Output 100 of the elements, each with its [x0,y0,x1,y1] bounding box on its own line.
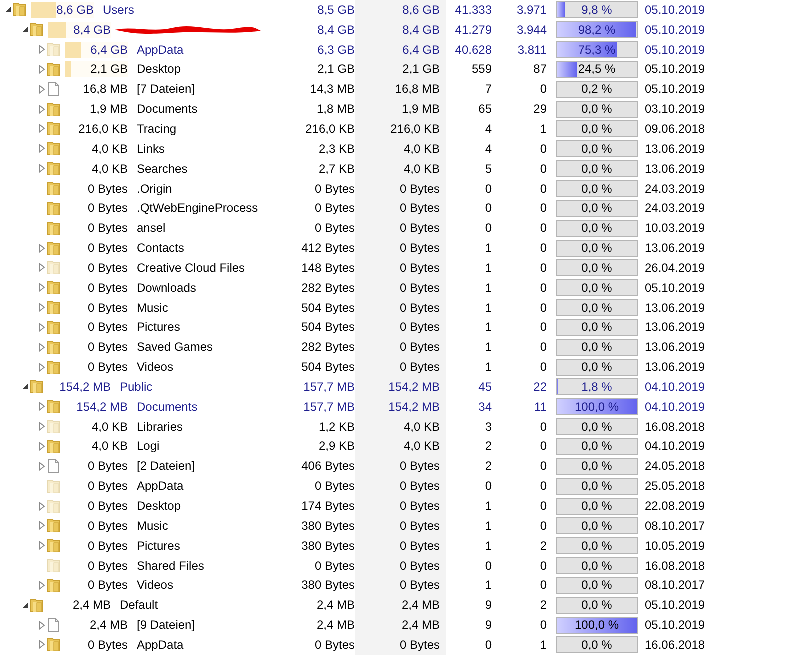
date-text: 10.05.2019 [645,540,706,552]
table-cell-text: 3.944 [516,24,547,36]
table-cell: 154,2 MB [355,396,446,417]
tree-row[interactable]: 0 Bytes Videos 380 Bytes 0 Bytes 1 0 0,0 % 08.10.2017 [0,575,794,596]
expand-icon[interactable] [39,462,46,471]
table-cell: 154,2 MB [355,377,446,397]
size-text: 0 Bytes [88,500,128,512]
tree-row[interactable]: 4,0 KB Searches 2,7 KB 4,0 KB 5 0 0,0 % 13.06.2019 [0,158,794,179]
tree-row[interactable]: 216,0 KB Tracing 216,0 KB 216,0 KB 4 1 0,0 % 09.06.2018 [0,119,794,139]
percent-text: 0,0 % [582,262,612,274]
percent-text: 0,0 % [582,242,612,254]
file-name: [2 Dateien] [137,460,196,472]
table-cell-text: 1 [484,579,492,592]
folder-icon [47,161,61,176]
tree-row[interactable]: 2,4 MB Default 2,4 MB 2,4 MB 9 2 0,0 % 05.10.2019 [0,595,794,616]
table-cell-text: 0 [539,321,547,334]
tree-row[interactable]: 0 Bytes Videos 504 Bytes 0 Bytes 1 0 0,0 % 13.06.2019 [0,357,794,378]
table-cell-text: 2 [484,460,492,472]
folder-icon [47,438,61,454]
tree-row[interactable]: 8,4 GB 8,4 GB 8,4 GB 41.279 3.944 98,2 % 05.10.2019 [0,20,794,40]
tree-row[interactable]: 0 Bytes Saved Games 282 Bytes 0 Bytes 1 0 0,0 % 13.06.2019 [0,337,794,358]
tree-row[interactable]: 0 Bytes Shared Files 0 Bytes 0 Bytes 0 0 0,0 % 16.08.2018 [0,556,794,576]
table-cell-text: 1,8 MB [316,103,355,116]
table-cell-text: 0 Bytes [314,222,355,234]
folder-name: Libraries [137,420,184,433]
expand-icon[interactable] [39,84,46,94]
size-text: 2,4 MB [72,599,111,612]
folder-name: Tracing [137,122,177,135]
folder-name: .QtWebEngineProcess [137,202,258,214]
tree-row[interactable]: 2,4 MB [9 Dateien] 2,4 MB 2,4 MB 9 0 100,0 % 05.10.2019 [0,615,794,635]
tree-row[interactable]: 0 Bytes Contacts 412 Bytes 0 Bytes 1 0 0,0 % 13.06.2019 [0,238,794,258]
tree-row[interactable]: 154,2 MB Documents 157,7 MB 154,2 MB 34 11 100,0 % 04.10.2019 [0,396,794,417]
tree-row[interactable]: 0 Bytes AppData 0 Bytes 0 Bytes 0 0 0,0 % 25.05.2018 [0,476,794,496]
table-cell: 0 Bytes [355,238,446,258]
date-text: 04.10.2019 [645,440,706,452]
size-text: 1,9 MB [90,103,128,116]
tree-row[interactable]: 0 Bytes ansel 0 Bytes 0 Bytes 0 0 0,0 % 10.03.2019 [0,218,794,238]
size-text: 0 Bytes [88,262,128,274]
table-cell: 6,4 GB [355,40,446,60]
table-cell-text: 2,4 MB [316,619,355,632]
date-text: 05.10.2019 [645,44,706,56]
tree-row[interactable]: 0 Bytes Downloads 282 Bytes 0 Bytes 1 0 0,0 % 05.10.2019 [0,278,794,298]
table-cell: 0 Bytes [355,575,446,596]
folder-name: Documents [137,400,198,413]
tree-row[interactable]: 8,6 GB Users 8,5 GB 8,6 GB 41.333 3.971 9,8 % 05.10.2019 [0,0,794,20]
tree-row[interactable]: 16,8 MB [7 Dateien] 14,3 MB 16,8 MB 7 0 0,2 % 05.10.2019 [0,79,794,100]
tree-row[interactable]: 0 Bytes .QtWebEngineProcess 0 Bytes 0 Bytes 0 0 0,0 % 24.03.2019 [0,198,794,218]
table-cell-text: 504 Bytes [300,321,355,334]
date-text: 05.10.2019 [645,63,706,76]
tree-row[interactable]: 0 Bytes AppData 0 Bytes 0 Bytes 0 1 0,0 % 16.06.2018 [0,635,794,655]
size-text: 6,4 GB [90,44,128,56]
tree-row[interactable]: 0 Bytes Music 504 Bytes 0 Bytes 1 0 0,0 % 13.06.2019 [0,298,794,318]
table-cell-text: 41.333 [454,4,492,16]
table-cell-text: 29 [532,103,547,116]
folder-icon [47,360,61,375]
date-text: 16.08.2018 [645,560,706,572]
tree-row[interactable]: 0 Bytes .Origin 0 Bytes 0 Bytes 0 0 0,0 % 24.03.2019 [0,178,794,198]
folder-icon [47,300,61,316]
folder-icon [47,518,61,534]
table-cell-text: 2,1 GB [316,63,355,76]
tree-row[interactable]: 4,0 KB Logi 2,9 KB 4,0 KB 2 0 0,0 % 04.10.2019 [0,436,794,456]
date-text: 08.10.2017 [645,520,706,532]
percent-text: 1,8 % [582,380,612,393]
tree-row[interactable]: 0 Bytes Creative Cloud Files 148 Bytes 0 Bytes 1 0 0,0 % 26.04.2019 [0,258,794,278]
percent-text: 0,0 % [582,341,612,354]
date-text: 10.03.2019 [645,222,706,234]
tree-row[interactable]: 1,9 MB Documents 1,8 MB 1,9 MB 65 29 0,0 % 03.10.2019 [0,99,794,120]
folder-icon [47,62,61,77]
table-cell-text: 87 [532,63,547,76]
table-cell-text: 4 [484,122,492,135]
tree-row[interactable]: 0 Bytes Pictures 380 Bytes 0 Bytes 1 2 0,0 % 10.05.2019 [0,536,794,556]
tree-row[interactable]: 2,1 GB Desktop 2,1 GB 2,1 GB 559 87 24,5 % 05.10.2019 [0,60,794,80]
percent-text: 75,3 % [578,44,616,56]
tree-row[interactable]: 154,2 MB Public 157,7 MB 154,2 MB 45 22 1,8 % 04.10.2019 [0,377,794,397]
table-cell-text: 1 [484,361,492,374]
tree-row[interactable]: 6,4 GB AppData 6,3 GB 6,4 GB 40.628 3.811 75,3 % 05.10.2019 [0,40,794,60]
size-text: 4,0 KB [92,162,128,175]
date-text: 13.06.2019 [645,302,706,314]
expand-icon[interactable] [39,620,46,630]
folder-name: AppData [137,480,184,492]
size-text: 154,2 MB [76,400,128,413]
tree-row[interactable]: 4,0 KB Links 2,3 KB 4,0 KB 4 0 0,0 % 13.06.2019 [0,138,794,159]
tree-row[interactable]: 0 Bytes Desktop 174 Bytes 0 Bytes 1 0 0,0 % 22.08.2019 [0,496,794,516]
percent-text: 0,0 % [582,142,612,155]
folder-name: Shared Files [137,560,204,572]
folder-name: Desktop [137,500,182,512]
table-cell-text: 7 [484,83,492,96]
table-cell-text: 0 [539,162,547,175]
table-cell-text: 0 [539,202,547,214]
date-text: 05.10.2019 [645,282,706,294]
date-text: 25.05.2018 [645,480,706,492]
tree-row[interactable]: 0 Bytes [2 Dateien] 406 Bytes 0 Bytes 2 0 0,0 % 24.05.2018 [0,456,794,476]
percent-text: 0,0 % [582,540,612,552]
tree-row[interactable]: 0 Bytes Music 380 Bytes 0 Bytes 1 0 0,0 % 08.10.2017 [0,516,794,536]
tree-row[interactable]: 0 Bytes Pictures 504 Bytes 0 Bytes 1 0 0,0 % 13.06.2019 [0,318,794,338]
folder-icon [47,538,61,554]
table-cell: 16,8 MB [355,79,446,100]
table-cell-text: 1 [484,242,492,254]
folder-icon [47,240,61,256]
tree-row[interactable]: 4,0 KB Libraries 1,2 KB 4,0 KB 3 0 0,0 % 16.08.2018 [0,416,794,437]
